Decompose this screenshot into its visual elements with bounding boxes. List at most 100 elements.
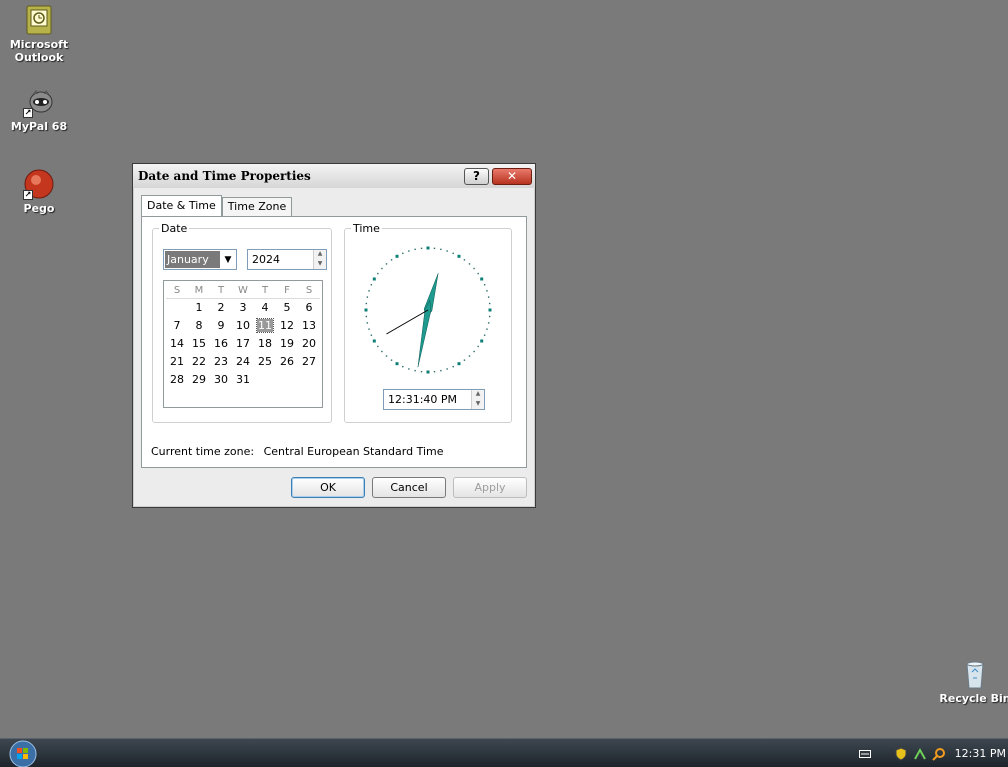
tab-time-zone[interactable]: Time Zone [221,197,293,216]
current-time-zone: Current time zone: Central European Stan… [151,445,444,458]
calendar-day[interactable]: 13 [298,317,320,335]
desktop-icon-outlook[interactable]: Microsoft Outlook [0,4,78,64]
calendar-day[interactable]: 24 [232,353,254,371]
clock-minute-mark [377,272,379,275]
clock-minute-mark [452,365,454,368]
calendar-day[interactable]: 31 [232,371,254,389]
calendar-day[interactable]: 27 [298,353,320,371]
clock-hour-mark [426,370,430,374]
weekday-label: S [305,285,313,296]
clock-hour-mark [488,308,492,312]
calendar-day-selected[interactable]: 11 [254,317,276,335]
weekday-label: M [194,285,204,296]
spin-down-icon[interactable]: ▼ [314,259,326,269]
calendar-day[interactable]: 23 [210,353,232,371]
calendar-day[interactable]: 28 [166,371,188,389]
taskbar-clock[interactable]: 12:31 PM [955,747,1006,760]
clock-minute-mark [368,328,370,330]
security-shield-icon[interactable] [894,746,908,761]
clock-hour-mark [395,362,399,366]
mypal-icon: ↗ [23,86,55,118]
calendar-day[interactable]: 18 [254,335,276,353]
start-button[interactable] [8,740,40,767]
clock-minute-mark [408,250,410,252]
desktop-icon-mypal[interactable]: ↗ MyPal 68 [0,86,78,133]
calendar-day[interactable] [166,299,188,317]
dialog-title: Date and Time Properties [138,169,311,183]
clock-minute-mark [488,315,491,318]
calendar-day[interactable]: 21 [166,353,188,371]
help-button[interactable]: ? [464,167,489,185]
cancel-button[interactable]: Cancel [372,477,446,498]
calendar-week: 7 8 9 10 11 12 13 [166,317,320,335]
tab-strip: Date & Time Time Zone [141,195,293,216]
desktop-icon-label: Microsoft [9,38,69,51]
keyboard-icon[interactable] [858,747,872,761]
calendar-day[interactable]: 5 [276,299,298,317]
desktop-icon-recycle-bin[interactable]: Recycle Bin [936,658,1008,705]
dialog-titlebar[interactable]: Date and Time Properties ? ✕ [133,164,535,188]
calendar-day[interactable]: 12 [276,317,298,335]
spin-up-icon[interactable]: ▲ [472,390,484,400]
calendar-week: 1 2 3 4 5 6 [166,299,320,317]
calendar-day[interactable]: 10 [232,317,254,335]
calendar-day[interactable]: 2 [210,299,232,317]
clock-minute-mark [446,250,448,252]
calendar-day[interactable]: 29 [188,371,210,389]
month-dropdown[interactable]: January ▼ [163,249,237,270]
tab-date-time[interactable]: Date & Time [141,195,222,216]
clock-hour-mark [364,308,368,312]
calendar-day[interactable]: 17 [232,335,254,353]
shortcut-arrow-icon: ↗ [23,108,33,118]
desktop-icon-label: MyPal 68 [10,120,68,133]
calendar-day[interactable]: 19 [276,335,298,353]
calendar-day[interactable]: 4 [254,299,276,317]
calendar-day[interactable]: 1 [188,299,210,317]
calendar-day[interactable]: 6 [298,299,320,317]
calendar-day[interactable]: 3 [232,299,254,317]
calendar-day[interactable]: 14 [166,335,188,353]
clock-hour-mark [457,362,461,366]
calendar-week: 21 22 23 24 25 26 27 [166,353,320,371]
network-icon[interactable] [913,747,927,761]
clock-hour-mark [395,254,399,258]
date-group-label: Date [159,222,190,235]
weekday-label: S [173,285,181,296]
calendar-day[interactable]: 20 [298,335,320,353]
weekday-label: T [261,285,269,296]
analog-clock [364,246,492,374]
clock-minute-mark [420,247,423,250]
clock-minute-mark [468,263,471,265]
time-stepper[interactable]: 12:31:40 PM ▲ ▼ [383,389,485,410]
apply-button[interactable]: Apply [453,477,527,498]
ok-button[interactable]: OK [291,477,365,498]
clock-hour-mark [480,277,484,281]
clock-minute-mark [477,345,479,348]
calendar-day[interactable]: 26 [276,353,298,371]
clock-minute-mark [365,315,368,318]
calendar-day[interactable]: 16 [210,335,232,353]
system-tray: 12:31 PM [858,739,1008,767]
spin-down-icon[interactable]: ▼ [472,399,484,409]
calendar-day[interactable]: 22 [188,353,210,371]
time-zone-value: Central European Standard Time [263,445,444,458]
time-zone-label: Current time zone: [151,445,255,458]
search-icon[interactable] [931,747,946,761]
close-button[interactable]: ✕ [492,167,532,185]
year-stepper[interactable]: 2024 ▲ ▼ [247,249,327,270]
clock-minute-mark [381,350,383,353]
clock-hour-mark [372,339,376,343]
calendar-day[interactable]: 7 [166,317,188,335]
clock-minute-mark [366,322,369,324]
calendar-day[interactable]: 15 [188,335,210,353]
calendar-day[interactable]: 8 [188,317,210,335]
calendar-day[interactable]: 25 [254,353,276,371]
desktop-icon-pego[interactable]: ↗ Pego [0,168,78,215]
calendar-day [276,371,298,389]
clock-minute-mark [365,302,368,305]
spin-up-icon[interactable]: ▲ [314,250,326,260]
desktop-icon-label: Recycle Bin [939,692,1008,705]
calendar-day[interactable]: 9 [210,317,232,335]
calendar-day[interactable]: 30 [210,371,232,389]
clock-minute-mark [377,345,379,348]
